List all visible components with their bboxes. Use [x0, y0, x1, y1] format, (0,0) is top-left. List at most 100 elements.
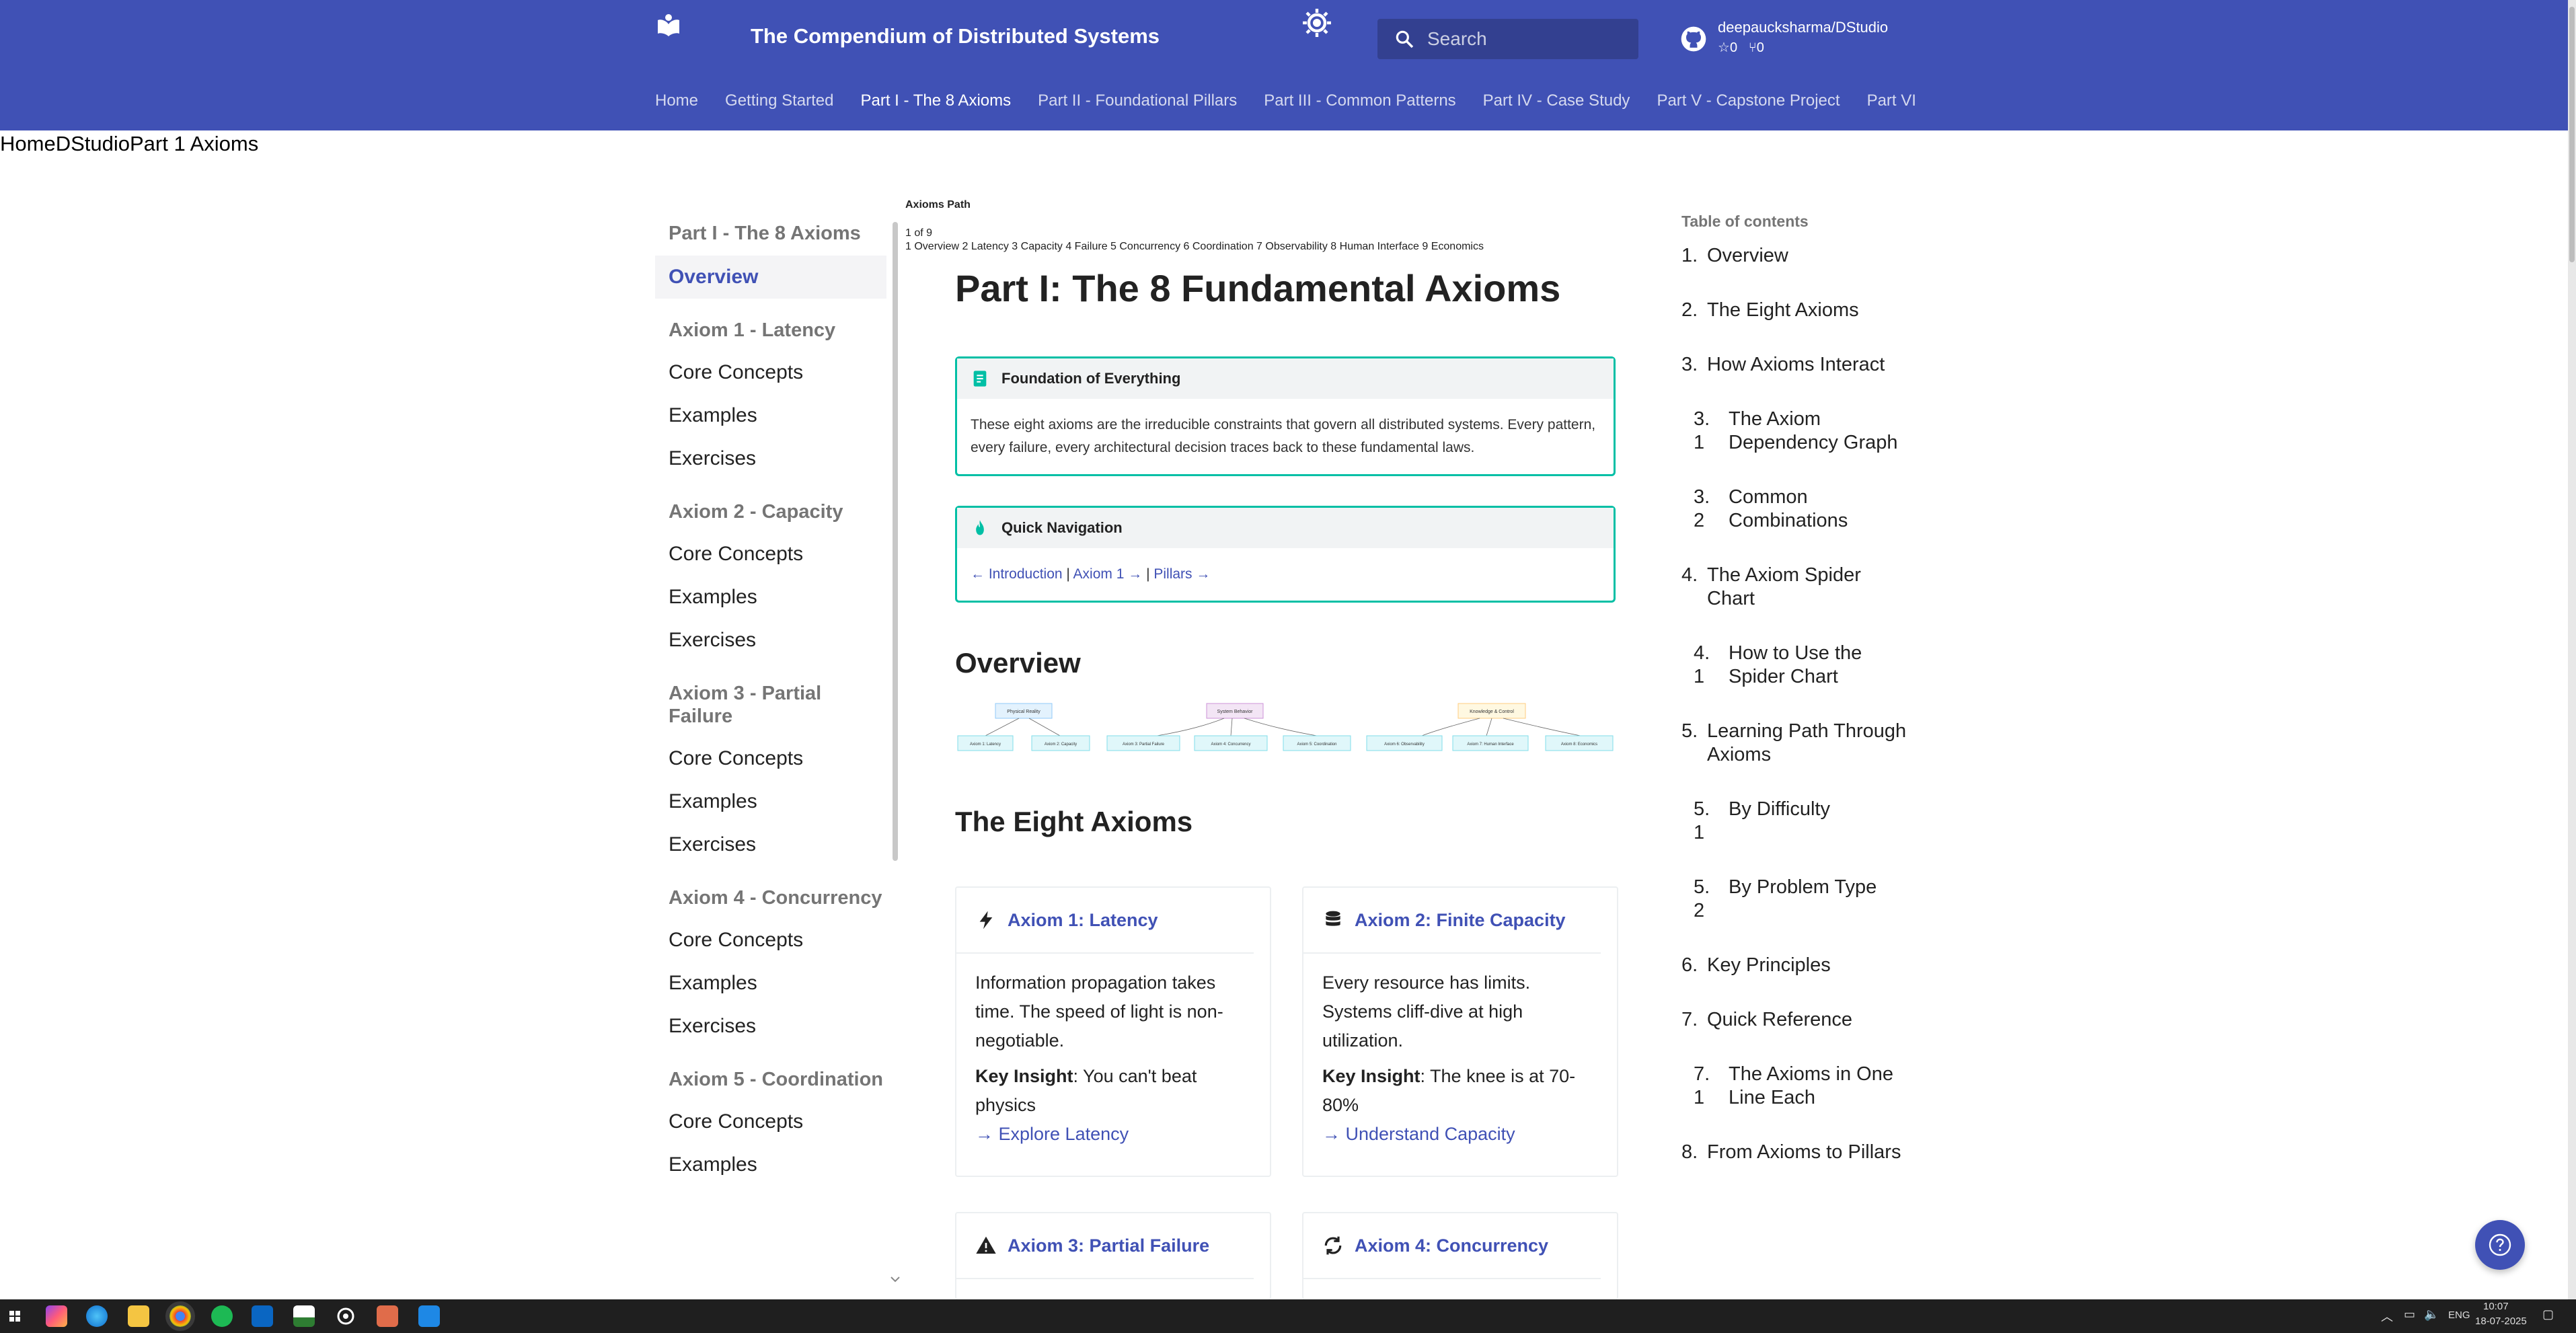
link-axiom-1[interactable]: Axiom 1 → — [1073, 566, 1143, 582]
toc-item[interactable]: 2. The Eight Axioms — [1681, 299, 1910, 322]
tab-part-3[interactable]: Part III - Common Patterns — [1264, 91, 1455, 118]
notification-icon[interactable]: ▢ — [2542, 1307, 2554, 1322]
warning-icon — [976, 1236, 996, 1254]
sidebar-group-axiom-4: Axiom 4 - Concurrency Core Concepts Exam… — [655, 886, 886, 1048]
sidebar-item-overview[interactable]: Overview — [655, 256, 886, 299]
photos-icon[interactable] — [293, 1305, 315, 1327]
windows-start-icon[interactable] — [4, 1305, 26, 1327]
toc-item[interactable]: 6. Key Principles — [1681, 954, 1910, 977]
sidebar-item-exercises[interactable]: Exercises — [655, 437, 886, 480]
sidebar-group-title[interactable]: Axiom 4 - Concurrency — [655, 886, 886, 909]
axioms-path-steps[interactable]: 1 Overview 2 Latency 3 Capacity 4 Failur… — [905, 241, 1618, 253]
vscode-icon[interactable] — [418, 1305, 440, 1327]
sidebar-item-core-concepts[interactable]: Core Concepts — [655, 1100, 886, 1143]
toc-item[interactable]: 3.2 Common Combinations — [1681, 486, 1910, 533]
network-icon[interactable]: ▭ — [2404, 1307, 2415, 1322]
sidebar-item-core-concepts[interactable]: Core Concepts — [655, 351, 886, 394]
tab-home[interactable]: Home — [655, 91, 698, 118]
toc-item[interactable]: 1. Overview — [1681, 244, 1910, 268]
toc-number: 3. — [1681, 354, 1698, 375]
toc-label: Overview — [1707, 245, 1788, 266]
sidebar-item-exercises[interactable]: Exercises — [655, 823, 886, 866]
edge-icon[interactable] — [86, 1305, 108, 1327]
site-title[interactable]: The Compendium of Distributed Systems — [751, 24, 1160, 48]
admonition-body: These eight axioms are the irreducible c… — [971, 417, 1596, 455]
link-pillars[interactable]: Pillars → — [1153, 566, 1210, 582]
explore-latency-link[interactable]: → Explore Latency — [956, 1120, 1270, 1162]
tab-part-2[interactable]: Part II - Foundational Pillars — [1038, 91, 1237, 118]
toc-item[interactable]: 7.1 The Axioms in One Line Each — [1681, 1063, 1910, 1110]
fork-count: 0 — [1756, 40, 1764, 55]
volume-icon[interactable]: 🔈 — [2424, 1307, 2439, 1322]
chatgpt-icon[interactable] — [335, 1305, 356, 1327]
app-icon[interactable] — [252, 1305, 273, 1327]
sidebar-item-exercises[interactable]: Exercises — [655, 619, 886, 662]
star-count: 0 — [1729, 40, 1738, 55]
app-icon[interactable] — [377, 1305, 398, 1327]
tab-part-5[interactable]: Part V - Capstone Project — [1657, 91, 1840, 118]
admonition-foundation: Foundation of Everything These eight axi… — [955, 356, 1616, 476]
sidebar-scroll-down-icon[interactable] — [889, 1275, 901, 1283]
sidebar: Part I - The 8 Axioms Overview Axiom 1 -… — [655, 222, 886, 1298]
card-title-link[interactable]: Axiom 1: Latency — [1008, 910, 1158, 931]
link-introduction[interactable]: ← Introduction — [971, 566, 1063, 582]
tab-part-4[interactable]: Part IV - Case Study — [1483, 91, 1630, 118]
toc-item[interactable]: 3. How Axioms Interact — [1681, 353, 1910, 377]
tab-getting-started[interactable]: Getting Started — [725, 91, 833, 118]
spotify-icon[interactable] — [211, 1305, 233, 1327]
sidebar-item-examples[interactable]: Examples — [655, 780, 886, 823]
card-title-link[interactable]: Axiom 3: Partial Failure — [1008, 1235, 1209, 1256]
toc-item[interactable]: 8. From Axioms to Pillars — [1681, 1141, 1910, 1164]
sidebar-group-title[interactable]: Axiom 5 - Coordination — [655, 1068, 886, 1091]
card-title-link[interactable]: Axiom 4: Concurrency — [1355, 1235, 1548, 1256]
theme-toggle-icon[interactable] — [1301, 7, 1333, 39]
sidebar-item-examples[interactable]: Examples — [655, 394, 886, 437]
card-title-link[interactable]: Axiom 2: Finite Capacity — [1355, 910, 1566, 931]
clock-time[interactable]: 10:07 — [2483, 1301, 2509, 1312]
search-box[interactable]: Search — [1377, 19, 1638, 59]
scrollbar-thumb[interactable] — [2569, 7, 2575, 262]
toc-item[interactable]: 3.1 The Axiom Dependency Graph — [1681, 408, 1910, 455]
copilot-icon[interactable] — [46, 1305, 67, 1327]
tray-chevron-icon[interactable]: ︿ — [2381, 1307, 2393, 1325]
sidebar-item-exercises[interactable]: Exercises — [655, 1005, 886, 1048]
page-scrollbar[interactable] — [2568, 0, 2576, 1299]
sidebar-scrollbar[interactable] — [893, 222, 898, 861]
sidebar-item-core-concepts[interactable]: Core Concepts — [655, 737, 886, 780]
sidebar-item-examples[interactable]: Examples — [655, 1143, 886, 1186]
toc-item[interactable]: 5.2 By Problem Type — [1681, 876, 1910, 923]
toc-item[interactable]: 4. The Axiom Spider Chart — [1681, 564, 1910, 611]
sidebar-group-title[interactable]: Axiom 3 - Partial Failure — [655, 682, 886, 728]
chrome-icon[interactable] — [165, 1301, 195, 1331]
toc-number: 1. — [1681, 245, 1698, 266]
file-explorer-icon[interactable] — [128, 1305, 149, 1327]
understand-capacity-link[interactable]: → Understand Capacity — [1303, 1120, 1617, 1162]
help-button[interactable] — [2475, 1220, 2525, 1270]
toc-item[interactable]: 7. Quick Reference — [1681, 1008, 1910, 1032]
sync-icon — [1324, 1236, 1342, 1255]
clock-date[interactable]: 18-07-2025 — [2475, 1316, 2527, 1327]
admonition-title-text: Foundation of Everything — [1001, 370, 1181, 387]
sidebar-item-examples[interactable]: Examples — [655, 576, 886, 619]
tab-part-6[interactable]: Part VI — [1867, 91, 1916, 118]
breadcrumb[interactable]: HomeDStudioPart 1 Axioms — [0, 132, 258, 156]
sidebar-group-title[interactable]: Axiom 2 - Capacity — [655, 500, 886, 523]
fork-icon: ⑂ — [1748, 40, 1757, 55]
book-logo-icon[interactable] — [652, 9, 685, 42]
sidebar-item-core-concepts[interactable]: Core Concepts — [655, 533, 886, 576]
toc-title: Table of contents — [1681, 213, 1809, 230]
tab-part-1[interactable]: Part I - The 8 Axioms — [860, 91, 1011, 118]
sidebar-group-title[interactable]: Axiom 1 - Latency — [655, 319, 886, 342]
card-body: Every resource has limits. Systems cliff… — [1303, 954, 1617, 1120]
toc-item[interactable]: 5.1 By Difficulty — [1681, 798, 1910, 845]
diagram-leaf-label: Axiom 4: Concurrency — [1211, 742, 1250, 747]
toc-item[interactable]: 5. Learning Path Through Axioms — [1681, 720, 1910, 767]
toc-item[interactable]: 4.1 How to Use the Spider Chart — [1681, 642, 1910, 689]
sidebar-section-title: Part I - The 8 Axioms — [669, 223, 861, 244]
diagram-connectors — [985, 718, 1581, 736]
sidebar-item-examples[interactable]: Examples — [655, 962, 886, 1005]
admonition-title-text: Quick Navigation — [1001, 519, 1123, 536]
sidebar-item-core-concepts[interactable]: Core Concepts — [655, 919, 886, 962]
diagram-group-knowledge: Knowledge & Control — [1457, 703, 1526, 719]
language-indicator[interactable]: ENG — [2448, 1309, 2470, 1321]
